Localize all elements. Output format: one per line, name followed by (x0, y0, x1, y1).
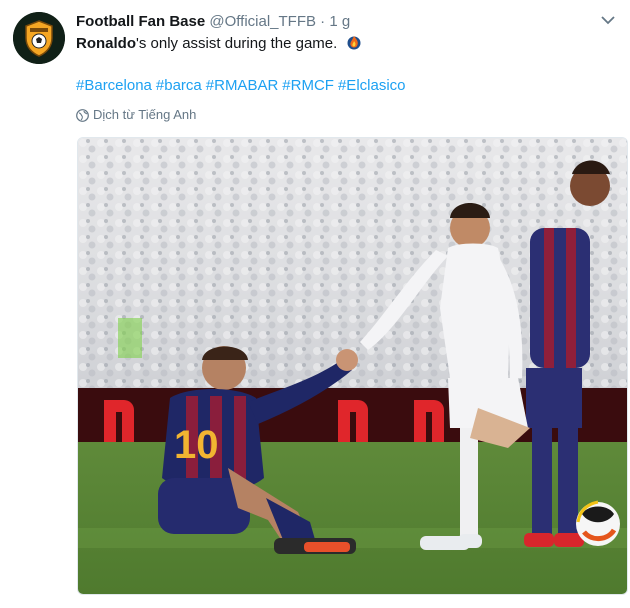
translate-link[interactable]: Dịch từ Tiếng Anh (76, 106, 196, 127)
hashtag-elclasico[interactable]: #Elclasico (338, 77, 406, 94)
timestamp[interactable]: 1 g (329, 13, 350, 30)
hashtag-rmabar[interactable]: #RMABAR (206, 77, 279, 94)
tweet-header: Football Fan Base @Official_TFFB · 1 g (76, 12, 350, 32)
hashtag-barcelona[interactable]: #Barcelona (76, 77, 152, 94)
fire-emoji-icon (345, 33, 363, 57)
avatar[interactable] (13, 12, 65, 64)
football-photo: 10 (78, 138, 627, 594)
translate-label: Dịch từ Tiếng Anh (93, 107, 197, 122)
hashtag-barca[interactable]: #barca (156, 77, 202, 94)
handle[interactable]: @Official_TFFB (209, 13, 316, 30)
display-name[interactable]: Football Fan Base (76, 13, 205, 30)
separator: · (316, 13, 330, 30)
hashtag-rmcf[interactable]: #RMCF (282, 77, 334, 94)
chevron-down-icon[interactable] (600, 12, 616, 28)
tweet-photo[interactable]: 10 (77, 137, 628, 595)
tweet-rest: 's only assist during the game. (136, 35, 338, 52)
tweet-bold: Ronaldo (76, 35, 136, 52)
svg-text:10: 10 (174, 423, 219, 467)
globe-icon (76, 109, 89, 127)
tweet-text: Ronaldo's only assist during the game. (76, 33, 363, 57)
team-badge-icon (13, 12, 65, 64)
hashtags: #Barcelona #barca #RMABAR #RMCF #Elclasico (76, 76, 410, 96)
